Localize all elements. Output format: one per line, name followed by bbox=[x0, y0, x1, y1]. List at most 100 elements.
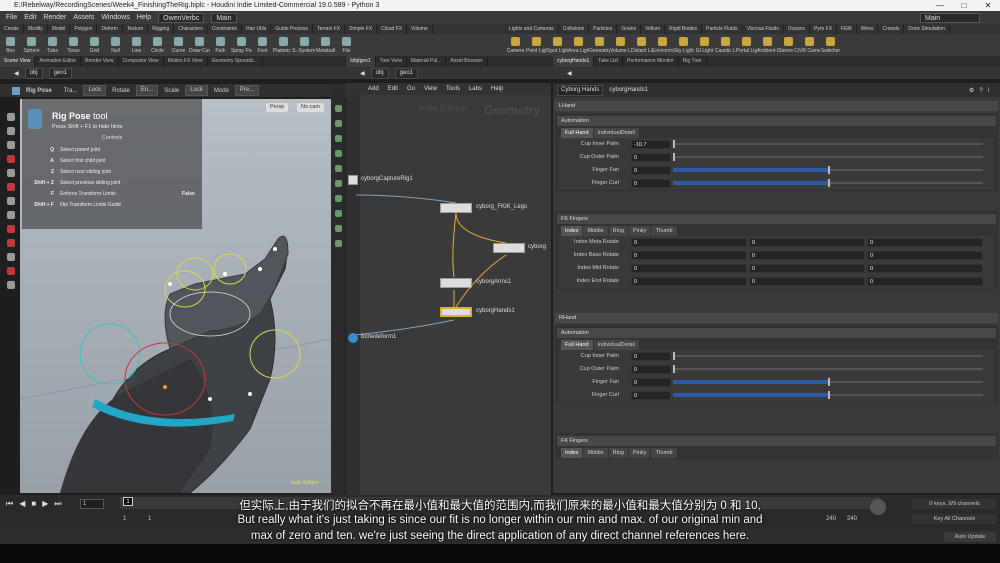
fk-param-field[interactable]: 0 bbox=[631, 238, 747, 247]
fk-param-field[interactable]: 0 bbox=[867, 264, 983, 273]
param-subtab-index[interactable]: Index bbox=[561, 226, 583, 236]
shelf-tab-10[interactable]: Guide Process bbox=[271, 24, 314, 34]
persp-view-select[interactable]: Persp bbox=[266, 103, 289, 112]
shelf-tool-stereo-camera[interactable]: Stereo Camera bbox=[778, 34, 799, 56]
panel-tab-3[interactable]: Rig Tree bbox=[679, 56, 707, 67]
handle-tool-icon[interactable] bbox=[7, 169, 15, 177]
shelf-tool-curve[interactable]: Curve bbox=[168, 34, 189, 56]
shelf-tool-box[interactable]: Box bbox=[0, 34, 21, 56]
shelf-tool-torus[interactable]: Torus bbox=[63, 34, 84, 56]
back-icon[interactable]: ◀ bbox=[14, 70, 19, 77]
fk-param-field[interactable]: 0 bbox=[867, 251, 983, 260]
node-hands-label[interactable]: cyborgHands1 bbox=[476, 308, 515, 314]
shelf-tab-right-9[interactable]: Pyro FX bbox=[810, 24, 838, 34]
node-cyborg-label[interactable]: cyborg bbox=[528, 244, 546, 250]
gear-icon[interactable]: ⚙ bbox=[969, 88, 979, 94]
shelf-tool-line[interactable]: Line bbox=[126, 34, 147, 56]
param-subtab-middle[interactable]: Middle bbox=[583, 448, 608, 458]
rotate-enable-select[interactable]: En... bbox=[135, 85, 159, 96]
shelf-tool-circle[interactable]: Circle bbox=[147, 34, 168, 56]
panel-tab-0[interactable]: cyborgHands1 bbox=[553, 56, 595, 67]
lhand-heading[interactable]: LHand bbox=[555, 101, 998, 111]
param-slider-track[interactable] bbox=[673, 143, 983, 145]
node-cyborg-icon[interactable] bbox=[493, 243, 525, 253]
magnet-tool-icon[interactable] bbox=[7, 239, 15, 247]
shelf-tool-ambient-light[interactable]: Ambient Light bbox=[757, 34, 778, 56]
lock-translate-button[interactable]: Lock bbox=[83, 85, 107, 96]
param-value-field[interactable]: 0 bbox=[631, 365, 671, 374]
shelf-tool-geometry-light[interactable]: Geometry Light bbox=[589, 34, 610, 56]
move-tool-icon[interactable] bbox=[7, 127, 15, 135]
pose-tool-icon[interactable] bbox=[7, 183, 15, 191]
param-subtab-full-hand[interactable]: Full Hand bbox=[561, 128, 593, 138]
shelf-tool-distant-light[interactable]: Distant Light bbox=[631, 34, 652, 56]
maximize-icon[interactable]: □ bbox=[952, 0, 976, 11]
param-subtab-pinky[interactable]: Pinky bbox=[628, 226, 651, 236]
grid-tool-icon[interactable] bbox=[7, 253, 15, 261]
panel-tab-2[interactable]: Material Pal... bbox=[407, 56, 447, 67]
display-ghost-icon[interactable] bbox=[334, 210, 342, 217]
panel-tab-0[interactable]: /obj/geo1 bbox=[346, 56, 376, 67]
network-menu-edit[interactable]: Edit bbox=[388, 86, 398, 92]
shelf-tab-right-0[interactable]: Lights and Cameras bbox=[505, 24, 559, 34]
shelf-tab-right-7[interactable]: Viscous Fluids bbox=[743, 24, 784, 34]
param-subtab-thumb[interactable]: Thumb bbox=[651, 226, 677, 236]
shelf-tool-gi-light[interactable]: GI Light bbox=[694, 34, 715, 56]
shelf-tool-sky-light[interactable]: Sky Light bbox=[673, 34, 694, 56]
fk-param-field[interactable]: 0 bbox=[749, 238, 865, 247]
shelf-tab-13[interactable]: Cloud FX bbox=[377, 24, 408, 34]
param-value-field[interactable]: 0 bbox=[631, 391, 671, 400]
shelf-tool-path[interactable]: Path bbox=[210, 34, 231, 56]
param-subtab-individualdetail[interactable]: IndividualDetail bbox=[593, 128, 639, 138]
shelf-tab-14[interactable]: Volume bbox=[407, 24, 433, 34]
shelf-tab-right-5[interactable]: Rigid Bodies bbox=[665, 24, 703, 34]
shelf-tool-camera[interactable]: Camera bbox=[505, 34, 526, 56]
fk-param-field[interactable]: 0 bbox=[631, 277, 747, 286]
param-subtab-individualdetail[interactable]: IndividualDetail bbox=[593, 340, 639, 350]
node-hands-icon[interactable] bbox=[440, 307, 472, 317]
menu-file[interactable]: File bbox=[6, 14, 17, 21]
param-slider-handle[interactable] bbox=[828, 179, 830, 187]
param-value-field[interactable]: 0 bbox=[631, 153, 671, 162]
shelf-tool-volume-light[interactable]: Volume Light bbox=[610, 34, 631, 56]
param-slider-track[interactable] bbox=[673, 355, 983, 357]
rhand-automation[interactable]: Automation bbox=[557, 328, 996, 338]
param-value-field[interactable]: 0 bbox=[631, 166, 671, 175]
param-value-field[interactable]: 0 bbox=[631, 179, 671, 188]
shelf-tab-7[interactable]: Characters bbox=[174, 24, 208, 34]
panel-tab-3[interactable]: Asset Browser bbox=[446, 56, 488, 67]
fk-param-field[interactable]: 0 bbox=[631, 264, 747, 273]
scale-tool-icon[interactable] bbox=[7, 155, 15, 163]
panel-tab-1[interactable]: Animation Editor bbox=[35, 56, 82, 67]
net-back-icon[interactable]: ◀ bbox=[360, 70, 365, 77]
node-bonedeform-label[interactable]: bonedeform1 bbox=[361, 334, 396, 340]
panel-tab-1[interactable]: Take List bbox=[594, 56, 623, 67]
shelf-tab-right-1[interactable]: Collisions bbox=[559, 24, 590, 34]
close-icon[interactable]: ✕ bbox=[976, 0, 1000, 11]
shelf-tool-metaball[interactable]: Metaball bbox=[315, 34, 336, 56]
menu-edit[interactable]: Edit bbox=[24, 14, 36, 21]
shelf-tab-right-10[interactable]: FEM bbox=[837, 24, 857, 34]
shelf-tab-3[interactable]: Polygon bbox=[70, 24, 98, 34]
select-tool-icon[interactable] bbox=[7, 113, 15, 121]
panel-tab-2[interactable]: Performance Monitor bbox=[623, 56, 679, 67]
lock-scale-button[interactable]: Lock bbox=[185, 85, 208, 96]
fk-param-field[interactable]: 0 bbox=[631, 251, 747, 260]
shelf-tab-right-12[interactable]: Crowds bbox=[878, 24, 905, 34]
mode-select[interactable]: Pre... bbox=[234, 85, 260, 96]
minimize-icon[interactable]: — bbox=[928, 0, 952, 11]
shelf-tab-right-13[interactable]: Drive Simulation bbox=[904, 24, 950, 34]
lhand-fk-heading[interactable]: FK Fingers bbox=[557, 214, 996, 224]
fk-param-field[interactable]: 0 bbox=[749, 264, 865, 273]
panel-tab-5[interactable]: Geometry Spreads... bbox=[208, 56, 263, 67]
display-cam-icon[interactable] bbox=[334, 240, 342, 247]
snap-tool-icon[interactable] bbox=[7, 225, 15, 233]
shelf-tab-8[interactable]: Constraints bbox=[208, 24, 242, 34]
desktop-select[interactable]: OwenVerbc bbox=[158, 12, 205, 23]
net-path-geo1[interactable]: geo1 bbox=[394, 67, 418, 79]
shelf-tab-2[interactable]: Model bbox=[48, 24, 71, 34]
param-back-icon[interactable]: ◀ bbox=[567, 70, 572, 77]
display-bg-icon[interactable] bbox=[334, 195, 342, 202]
display-grid-icon[interactable] bbox=[334, 165, 342, 172]
shelf-tab-right-11[interactable]: Wires bbox=[857, 24, 879, 34]
